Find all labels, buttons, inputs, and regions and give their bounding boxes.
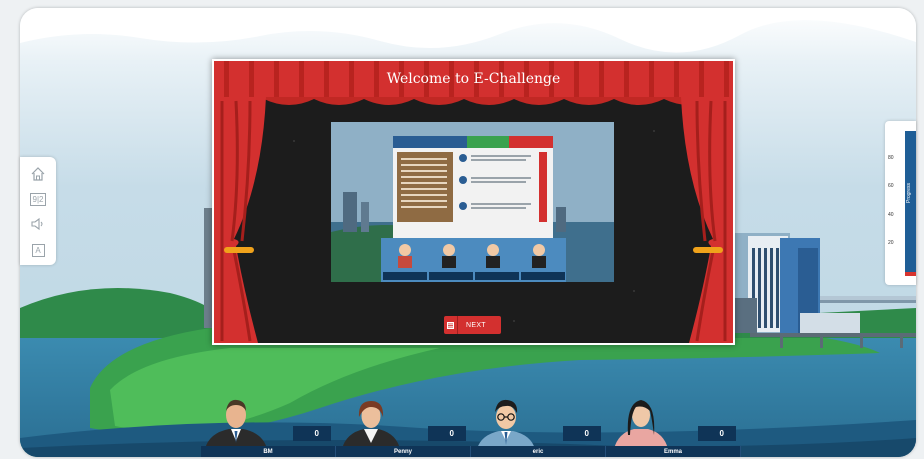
team-member-card: 0 Penny	[336, 395, 471, 457]
game-toolbar: 9|2 A	[20, 157, 56, 265]
player-name: Penny	[336, 446, 471, 457]
preview-illustration	[331, 122, 614, 282]
progress-tick: 20	[888, 240, 894, 246]
welcome-dialog: Welcome to E-Challenge NEXT	[212, 59, 735, 345]
text-size-icon: A	[31, 243, 45, 257]
scoreboard-icon: 9|2	[29, 192, 47, 206]
dialog-title: Welcome to E-Challenge	[386, 71, 561, 87]
game-viewport: 9|2 A 80 60 40 20 Progress Welcome to E-…	[0, 0, 924, 459]
team-member-card: 0 BM	[201, 395, 336, 457]
avatar	[477, 399, 535, 449]
next-button[interactable]: NEXT	[444, 316, 501, 334]
score-display: 0	[698, 426, 736, 441]
player-name: BM	[201, 446, 336, 457]
team-member-card: 0 Emma	[606, 395, 741, 457]
progress-tick: 80	[888, 155, 894, 161]
avatar	[614, 400, 668, 449]
progress-tick: 60	[888, 183, 894, 189]
score-display: 0	[293, 426, 331, 441]
avatar	[342, 401, 400, 449]
team-member-card: 0 eric	[471, 395, 606, 457]
progress-panel: 80 60 40 20 Progress	[885, 121, 916, 285]
progress-fill	[905, 272, 916, 276]
score-display: 0	[428, 426, 466, 441]
score-display: 0	[563, 426, 601, 441]
avatar	[205, 399, 267, 449]
speaker-icon	[31, 217, 43, 231]
home-icon	[31, 167, 45, 181]
progress-label: Progress	[906, 182, 912, 203]
next-button-label: NEXT	[466, 321, 486, 329]
player-name: Emma	[606, 446, 741, 457]
sound-button[interactable]	[29, 215, 47, 233]
progress-tick: 40	[888, 212, 894, 218]
game-preview-image	[331, 122, 614, 282]
progress-track	[905, 131, 916, 276]
player-name: eric	[471, 446, 606, 457]
home-button[interactable]	[29, 165, 47, 183]
scoreboard-button[interactable]: 9|2	[29, 190, 47, 208]
text-size-button[interactable]: A	[29, 241, 47, 259]
list-icon	[444, 316, 458, 334]
